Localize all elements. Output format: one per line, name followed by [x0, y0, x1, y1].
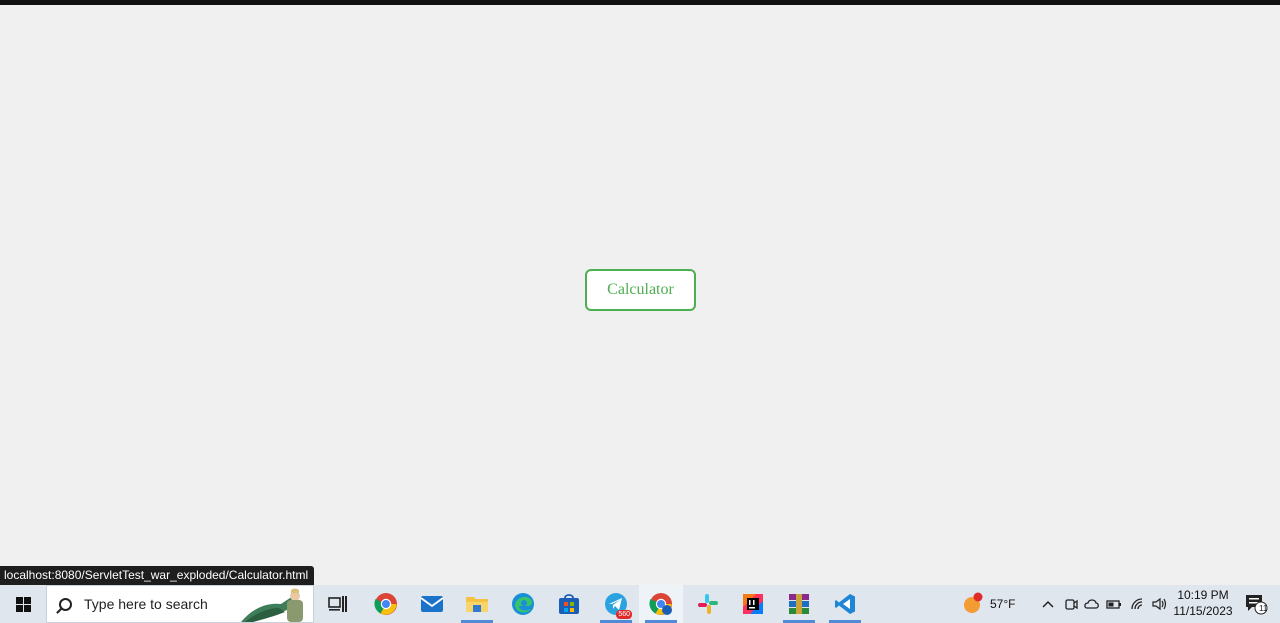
chrome-taskbar-button[interactable]	[364, 585, 408, 623]
winrar-taskbar-button[interactable]	[777, 585, 821, 623]
clock-time: 10:19 PM	[1177, 588, 1229, 602]
taskbar: Type here to search 560 57°F 10:19 PM 11…	[0, 585, 1280, 623]
slack-taskbar-button[interactable]	[686, 585, 730, 623]
microsoft-store-taskbar-button[interactable]	[547, 585, 591, 623]
search-highlight-illustration	[241, 588, 303, 622]
telegram-taskbar-button[interactable]: 560	[594, 585, 638, 623]
tray-meet-now[interactable]	[1062, 585, 1080, 623]
winrar-icon	[789, 594, 809, 614]
cloud-sync-icon	[1084, 599, 1099, 609]
meet-now-icon	[1065, 599, 1078, 610]
chrome-icon	[374, 593, 397, 615]
file-explorer-taskbar-button[interactable]	[455, 585, 499, 623]
telegram-unread-badge: 560	[616, 610, 632, 619]
chrome-profile-icon	[649, 593, 672, 615]
task-view-icon	[328, 596, 347, 612]
weather-temperature: 57°F	[990, 597, 1016, 611]
notification-count: 11	[1259, 604, 1268, 613]
speaker-icon	[1152, 597, 1167, 611]
show-hidden-icons-button[interactable]	[1038, 585, 1058, 623]
chevron-up-icon	[1042, 600, 1054, 608]
calculator-link-button[interactable]: Calculator	[585, 269, 696, 311]
intellij-taskbar-button[interactable]	[731, 585, 775, 623]
edge-taskbar-button[interactable]	[501, 585, 545, 623]
tray-wifi[interactable]	[1128, 585, 1148, 623]
clock-date: 11/15/2023	[1173, 604, 1233, 618]
mail-taskbar-button[interactable]	[410, 585, 454, 623]
edge-icon	[512, 593, 534, 615]
taskbar-clock[interactable]: 10:19 PM 11/15/2023	[1172, 587, 1234, 621]
intellij-icon	[743, 594, 763, 614]
mail-icon	[420, 596, 444, 612]
weather-widget[interactable]: 57°F	[960, 585, 1030, 623]
tray-battery[interactable]	[1104, 585, 1124, 623]
start-button[interactable]	[0, 585, 46, 623]
file-explorer-icon	[466, 597, 488, 612]
microsoft-store-icon	[559, 594, 579, 614]
status-bar-url: localhost:8080/ServletTest_war_exploded/…	[0, 566, 315, 585]
search-placeholder: Type here to search	[84, 596, 208, 612]
wifi-icon	[1131, 598, 1143, 610]
vscode-taskbar-button[interactable]	[823, 585, 867, 623]
vscode-icon	[835, 594, 855, 614]
chrome-profile-taskbar-button[interactable]	[639, 585, 683, 623]
weather-sun-icon	[964, 592, 983, 613]
windows-logo-icon	[15, 596, 31, 612]
battery-icon	[1106, 600, 1121, 609]
slack-icon	[698, 594, 718, 614]
tray-onedrive[interactable]	[1082, 585, 1102, 623]
search-icon	[59, 597, 72, 611]
tray-volume[interactable]	[1150, 585, 1170, 623]
notification-center-button[interactable]: 11	[1236, 585, 1276, 623]
task-view-button[interactable]	[316, 585, 360, 623]
taskbar-search-box[interactable]: Type here to search	[46, 585, 314, 623]
